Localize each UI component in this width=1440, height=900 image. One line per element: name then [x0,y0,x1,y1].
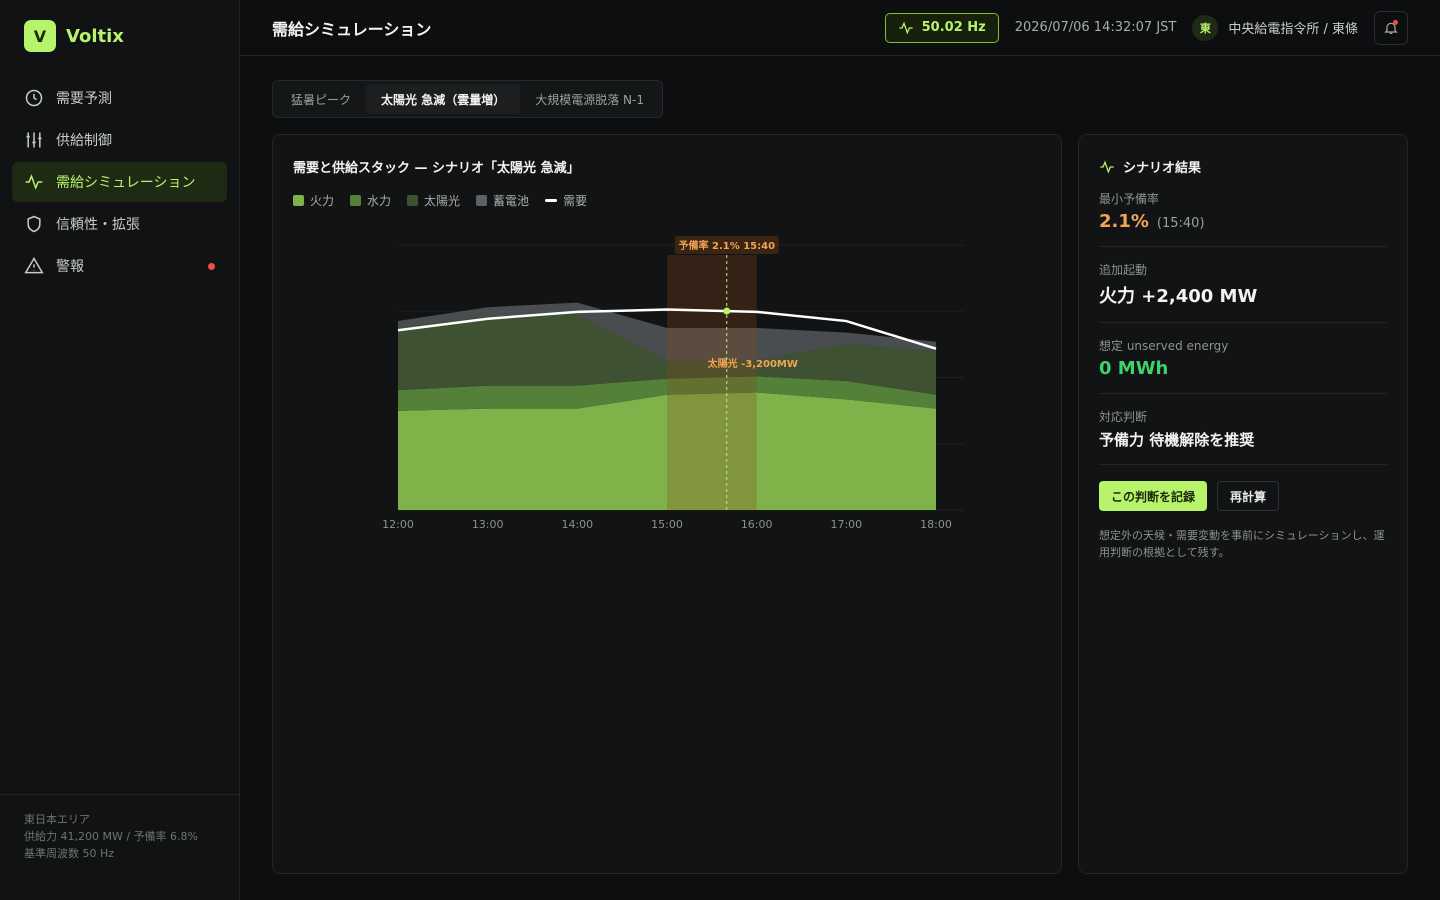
metric-label: 想定 unserved energy [1099,339,1229,353]
min-reserve-time: (15:40) [1156,216,1205,231]
frequency-badge: 50.02 Hz [884,12,999,43]
pulse-icon [1100,160,1114,173]
solar-drop-annotation: 太陽光 -3,200MW [707,357,798,370]
sidebar-item-supply-control[interactable]: 供給制御 [12,120,227,160]
result-actions: この判断を記録 再計算 [1099,481,1387,511]
result-note: 想定外の天候・需要変動を事前にシミュレーションし、運用判断の根拠として残す。 [1099,529,1385,559]
supply-demand-chart: 予備率 2.1% 15:40 太陽光 -3,200MW 12:00 13:00 14:0… [382,236,964,531]
metric-value: 2.1% (15:40) [1099,211,1387,232]
sidebar-item-alerts[interactable]: 警報 [12,246,227,286]
sidebar-item-label: 供給制御 [56,133,112,149]
result-title: シナリオ結果 [1123,161,1202,176]
sidebar-item-demand-forecast[interactable]: 需要予測 [12,78,227,118]
main: 需給シミュレーション 50.02 Hz 2026/07/06 14:32:07 … [240,0,1440,900]
pulse-icon [25,174,43,190]
metric-label: 最小予備率 [1099,192,1160,206]
metric-extra-start: 追加起動 火力 +2,400 MW [1099,247,1387,323]
metric-label: 対応判断 [1099,410,1148,424]
frequency-value: 50.02 Hz [921,20,986,35]
topbar: 需給シミュレーション 50.02 Hz 2026/07/06 14:32:07 … [240,0,1440,56]
x-tick-label: 12:00 [382,518,414,531]
brand-logo: V [24,20,56,52]
metric-value: 予備力 待機解除を推奨 [1099,431,1255,449]
notifications-button[interactable] [1374,10,1408,45]
metric-min-reserve: 最小予備率 2.1% (15:40) [1099,176,1387,247]
sliders-icon [26,132,42,148]
x-tick-label: 15:00 [651,518,683,531]
tab-n1-loss[interactable]: 大規模電源脱落 N-1 [520,84,659,114]
result-header: シナリオ結果 [1099,157,1387,176]
brand[interactable]: V Voltix [0,0,239,72]
sidebar-item-simulation[interactable]: 需給シミュレーション [12,162,227,202]
x-tick-label: 17:00 [830,518,862,531]
timestamp: 2026/07/06 14:32:07 JST [1014,20,1177,35]
app: V Voltix 需要予測 供給制御 需給シミュレーション 信頼性・拡張 警報 … [0,0,1440,900]
tab-solar-drop[interactable]: 太陽光 急減（雲量増） [366,84,521,114]
sidebar: V Voltix 需要予測 供給制御 需給シミュレーション 信頼性・拡張 警報 … [0,0,240,900]
marker-label: 予備率 2.1% 15:40 [679,239,776,252]
sidebar-item-label: 信頼性・拡張 [56,217,140,233]
metric-label: 追加起動 [1099,263,1148,277]
alert-icon [24,257,44,274]
highlight-band [667,255,757,510]
sidebar-item-label: 警報 [56,259,84,275]
content-grid: 需要と供給スタック — シナリオ「太陽光 急減」 火力 水力 太陽光 蓄電池 需… [272,134,1408,874]
x-tick-label: 14:00 [561,518,593,531]
tab-heat-peak[interactable]: 猛暑ピーク [276,84,366,114]
metric-value: 0 MWh [1099,358,1169,379]
footer-area: 東日本エリア [24,813,90,826]
marker-point [723,307,731,315]
notification-dot [1393,19,1398,25]
x-tick-label: 18:00 [920,518,952,531]
sidebar-item-label: 需給シミュレーション [56,175,196,191]
record-decision-button[interactable]: この判断を記録 [1099,481,1208,511]
chart-card: 需要と供給スタック — シナリオ「太陽光 急減」 火力 水力 太陽光 蓄電池 需… [272,134,1062,874]
metric-value: 火力 +2,400 MW [1099,286,1258,307]
clock-icon [25,89,43,107]
page-title: 需給シミュレーション [272,19,432,39]
sidebar-item-label: 需要予測 [56,91,112,107]
alert-indicator-dot [208,263,215,270]
sidebar-footer: 東日本エリア 供給力 41,200 MW / 予備率 6.8% 基準周波数 50… [0,794,239,900]
scenario-tabs: 猛暑ピーク 太陽光 急減（雲量増） 大規模電源脱落 N-1 [272,80,663,118]
avatar: 東 [1192,14,1219,41]
metric-unserved: 想定 unserved energy 0 MWh [1099,323,1387,394]
metric-decision: 対応判断 予備力 待機解除を推奨 [1099,394,1387,465]
recalculate-button[interactable]: 再計算 [1217,481,1280,511]
footer-supply: 供給力 41,200 MW / 予備率 6.8% [24,830,198,843]
content: 猛暑ピーク 太陽光 急減（雲量増） 大規模電源脱落 N-1 需要と供給スタック … [240,56,1440,900]
sidebar-item-reliability[interactable]: 信頼性・拡張 [12,204,227,244]
footer-frequency: 基準周波数 50 Hz [24,847,115,860]
result-card: シナリオ結果 最小予備率 2.1% (15:40) 追加起動 火力 +2,400 … [1078,134,1408,874]
user-menu[interactable]: 東 中央給電指令所 / 東條 [1192,14,1358,41]
sidebar-nav: 需要予測 供給制御 需給シミュレーション 信頼性・拡張 警報 [0,72,239,292]
user-name: 中央給電指令所 / 東條 [1228,22,1358,37]
brand-name: Voltix [66,25,124,47]
min-reserve-value: 2.1% [1099,211,1149,232]
x-tick-label: 16:00 [741,518,773,531]
shield-icon [27,215,41,233]
topbar-right: 50.02 Hz 2026/07/06 14:32:07 JST 東 中央給電指… [884,10,1408,45]
pulse-icon [898,21,913,34]
x-tick-label: 13:00 [472,518,504,531]
